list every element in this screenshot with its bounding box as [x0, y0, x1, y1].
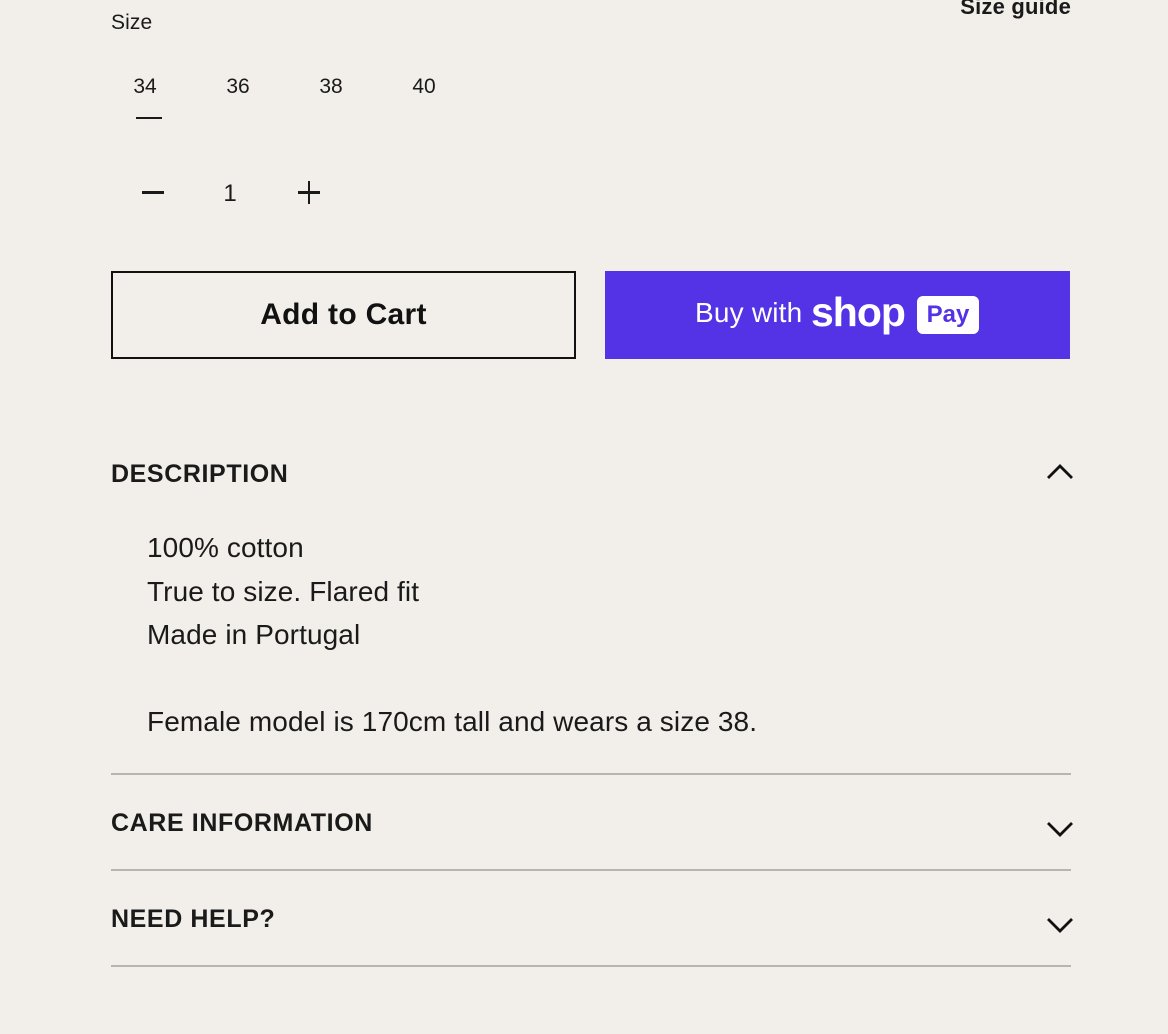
size-guide-link[interactable]: Size guide [960, 0, 1071, 20]
size-option-40[interactable]: 40 [394, 72, 454, 128]
size-option-label: 38 [319, 75, 343, 98]
help-accordion: NEED HELP? [111, 871, 1073, 933]
help-accordion-header[interactable]: NEED HELP? [111, 871, 1073, 933]
description-content: 100% cotton True to size. Flared fit Mad… [147, 526, 757, 743]
help-title: NEED HELP? [111, 905, 276, 933]
model-size-note: Female model is 170cm tall and wears a s… [147, 705, 758, 737]
buy-with-shop-pay-button[interactable]: Buy with shop Pay [605, 271, 1070, 359]
chevron-down-icon [1047, 918, 1073, 933]
plus-icon-vertical [307, 181, 311, 204]
pay-badge: Pay [917, 296, 979, 334]
description-line: True to size. Flared fit [147, 575, 420, 607]
decrease-quantity-button[interactable] [128, 168, 178, 218]
chevron-down-icon [1047, 822, 1073, 837]
selected-size-indicator [136, 117, 162, 119]
increase-quantity-button[interactable] [284, 168, 334, 218]
size-selector: 34 36 38 40 [111, 72, 511, 132]
description-line: Made in Portugal [147, 619, 361, 650]
product-purchase-panel: Size Size guide 34 36 38 40 1 Add to Car… [111, 0, 1073, 1034]
size-option-label: 40 [412, 75, 436, 98]
accordion-divider [111, 965, 1071, 967]
size-option-label: 34 [133, 75, 157, 98]
add-to-cart-button[interactable]: Add to Cart [111, 271, 576, 359]
size-label: Size [111, 11, 153, 34]
quantity-stepper: 1 [111, 168, 351, 218]
buy-with-label: Buy with [695, 297, 803, 328]
care-accordion: CARE INFORMATION [111, 775, 1073, 837]
care-accordion-header[interactable]: CARE INFORMATION [111, 775, 1073, 837]
size-option-36[interactable]: 36 [208, 72, 268, 128]
shop-logo: shop [811, 289, 906, 335]
description-accordion-header[interactable]: DESCRIPTION [111, 440, 1073, 500]
size-header: Size Size guide [111, 0, 1071, 50]
care-title: CARE INFORMATION [111, 809, 373, 837]
quantity-value[interactable]: 1 [207, 180, 253, 208]
description-accordion: DESCRIPTION 100% cotton True to size. Fl… [111, 440, 1073, 737]
purchase-buttons: Add to Cart Buy with shop Pay [111, 271, 1071, 359]
description-line: 100% cotton [147, 532, 304, 563]
size-option-label: 36 [226, 75, 250, 98]
size-option-34[interactable]: 34 [115, 72, 175, 128]
chevron-up-icon [1047, 464, 1073, 479]
minus-icon [142, 191, 164, 194]
description-title: DESCRIPTION [111, 460, 289, 488]
size-option-38[interactable]: 38 [301, 72, 361, 128]
